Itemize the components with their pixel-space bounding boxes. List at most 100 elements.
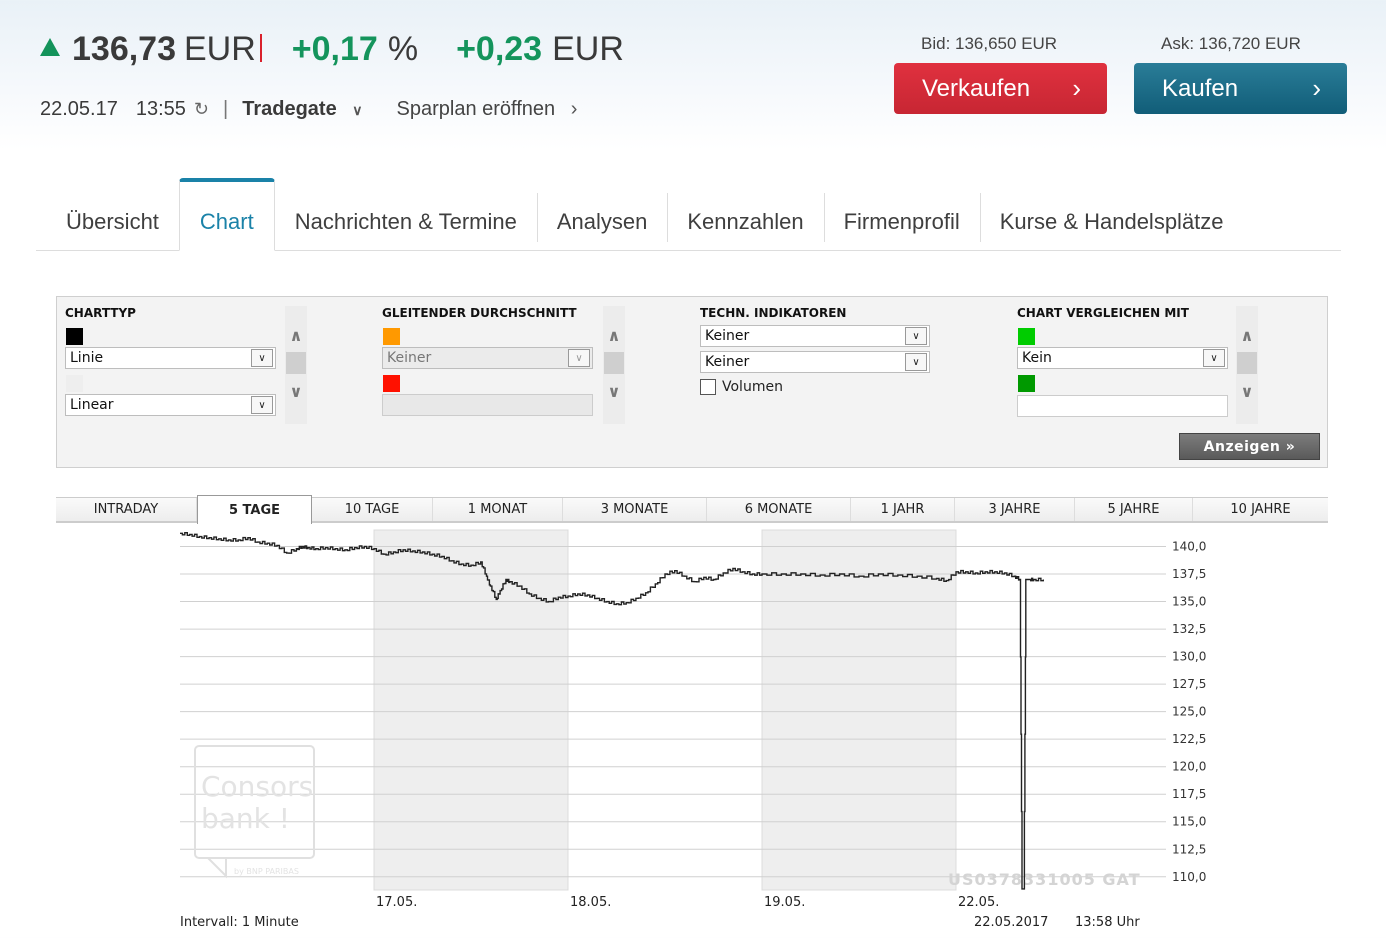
charttype-select[interactable]: Linie ∨ xyxy=(65,347,276,369)
weekday-shade xyxy=(761,529,957,891)
change-percent: +0,17 xyxy=(291,30,378,68)
period-3-months[interactable]: 3 MONATE xyxy=(563,498,707,521)
y-tick-label: 140,0 xyxy=(1172,540,1206,554)
scroll-down-icon[interactable]: ∨ xyxy=(603,382,625,401)
y-tick-label: 110,0 xyxy=(1172,870,1206,884)
compare-select[interactable]: Kein ∨ xyxy=(1017,347,1228,369)
compare-search-input[interactable] xyxy=(1017,395,1228,417)
period-5-days[interactable]: 5 TAGE xyxy=(197,495,312,524)
charttype-color2-swatch[interactable] xyxy=(66,375,83,392)
tab-label: Nachrichten & Termine xyxy=(294,208,517,234)
tab-news[interactable]: Nachrichten & Termine xyxy=(275,193,537,250)
sell-button-label: Verkaufen xyxy=(922,74,1031,102)
chart-settings-panel: CHARTTYP Linie ∨ Linear ∨ ∧ ∨ GLEITENDER… xyxy=(56,296,1328,468)
tab-company-profile[interactable]: Firmenprofil xyxy=(823,193,980,250)
watermark-speech-tail xyxy=(207,857,227,879)
indicator1-select[interactable]: Keiner ∨ xyxy=(700,325,930,347)
y-tick-label: 117,5 xyxy=(1172,787,1206,801)
watermark-line3: by BNP PARIBAS xyxy=(234,867,299,876)
volume-checkbox[interactable] xyxy=(700,379,716,395)
tab-label: Übersicht xyxy=(66,208,159,234)
consorsbank-watermark: Consors bank ! by BNP PARIBAS xyxy=(194,745,315,879)
moving-average-select[interactable]: Keiner ∨ xyxy=(382,347,593,369)
x-tick-label: 22.05. xyxy=(958,895,999,910)
tab-prices-venues[interactable]: Kurse & Handelsplätze xyxy=(979,193,1244,250)
x-tick-label: 18.05. xyxy=(570,895,611,910)
moving-average-color-swatch[interactable] xyxy=(383,328,400,345)
refresh-icon[interactable]: ↻ xyxy=(194,99,209,120)
compare-color-swatch[interactable] xyxy=(1018,328,1035,345)
y-tick-label: 112,5 xyxy=(1172,842,1206,856)
chart-date-label: 22.05.2017 xyxy=(974,915,1048,930)
quote-date: 22.05.17 xyxy=(40,97,118,120)
tab-chart[interactable]: Chart xyxy=(178,178,275,251)
indicator2-select[interactable]: Keiner ∨ xyxy=(700,351,930,373)
chevron-right-icon: › xyxy=(570,97,578,120)
scroll-up-icon[interactable]: ∧ xyxy=(1236,326,1258,345)
compare-color2-swatch[interactable] xyxy=(1018,375,1035,392)
savings-plan-link[interactable]: Sparplan eröffnen › xyxy=(397,98,578,121)
indicator2-value: Keiner xyxy=(705,354,750,370)
sell-button[interactable]: Verkaufen › xyxy=(894,63,1107,114)
period-3-years[interactable]: 3 JAHRE xyxy=(955,498,1075,521)
scroll-up-icon[interactable]: ∧ xyxy=(285,326,307,345)
period-10-days[interactable]: 10 TAGE xyxy=(312,498,433,521)
last-price: 136,73 xyxy=(72,30,176,68)
quote-meta: 22.05.17 13:55 ↻ | Tradegate ∨ Sparplan … xyxy=(40,96,577,122)
triangle-up-icon xyxy=(40,38,60,56)
show-chart-button[interactable]: Anzeigen » xyxy=(1179,433,1320,460)
charttype-title: CHARTTYP xyxy=(65,306,136,320)
exchange-selector[interactable]: Tradegate ∨ xyxy=(242,98,362,121)
scroll-thumb[interactable] xyxy=(604,352,624,374)
price-marker xyxy=(259,34,262,62)
moving-average-color2-swatch[interactable] xyxy=(383,375,400,392)
price-currency: EUR xyxy=(184,30,256,68)
period-10-years[interactable]: 10 JAHRE xyxy=(1193,498,1328,521)
quote-time: 13:55 xyxy=(135,97,186,120)
y-tick-label: 125,0 xyxy=(1172,705,1206,719)
watermark-isin: US0378331005 GAT xyxy=(948,870,1141,889)
y-tick-label: 122,5 xyxy=(1172,732,1206,746)
period-6-months[interactable]: 6 MONATE xyxy=(707,498,851,521)
tab-label: Kennzahlen xyxy=(687,208,804,234)
moving-average-input[interactable] xyxy=(382,394,593,416)
chart-svg: Consors bank ! by BNP PARIBAS US03783310… xyxy=(180,529,1206,930)
scale-select[interactable]: Linear ∨ xyxy=(65,394,276,416)
buy-button[interactable]: Kaufen › xyxy=(1134,63,1347,114)
period-1-month[interactable]: 1 MONAT xyxy=(433,498,563,521)
tab-label: Firmenprofil xyxy=(843,208,960,234)
price-chart[interactable]: Consors bank ! by BNP PARIBAS US03783310… xyxy=(56,524,1328,938)
bid-price: Bid: 136,650 EUR xyxy=(921,34,1058,53)
y-tick-label: 115,0 xyxy=(1172,815,1206,829)
indicators-title: TECHN. INDIKATOREN xyxy=(700,306,847,320)
scroll-down-icon[interactable]: ∨ xyxy=(285,382,307,401)
period-1-year[interactable]: 1 JAHR xyxy=(851,498,955,521)
tab-label: Kurse & Handelsplätze xyxy=(999,208,1224,234)
period-intraday[interactable]: INTRADAY xyxy=(56,498,197,521)
moving-average-value: Keiner xyxy=(387,350,432,366)
exchange-label: Tradegate xyxy=(242,97,337,120)
moving-average-scrollbar[interactable]: ∧ ∨ xyxy=(603,306,625,424)
charttype-color-swatch[interactable] xyxy=(66,328,83,345)
tab-overview[interactable]: Übersicht xyxy=(36,193,179,250)
chevron-right-icon: › xyxy=(1072,73,1081,103)
charttype-scrollbar[interactable]: ∧ ∨ xyxy=(285,306,307,424)
scroll-up-icon[interactable]: ∧ xyxy=(603,326,625,345)
tab-key-figures[interactable]: Kennzahlen xyxy=(667,193,823,250)
tab-analyses[interactable]: Analysen xyxy=(536,193,668,250)
chart-time-label: 13:58 Uhr xyxy=(1075,915,1140,930)
chevron-down-icon: ∨ xyxy=(905,327,927,345)
interval-label: Intervall: 1 Minute xyxy=(180,915,299,930)
volume-label: Volumen xyxy=(722,379,783,395)
scroll-down-icon[interactable]: ∨ xyxy=(1236,382,1258,401)
separator: | xyxy=(223,97,229,120)
y-tick-label: 120,0 xyxy=(1172,760,1206,774)
chevron-down-icon: ∨ xyxy=(1203,349,1225,367)
chevron-down-icon: ∨ xyxy=(352,101,363,118)
compare-scrollbar[interactable]: ∧ ∨ xyxy=(1236,306,1258,424)
scroll-thumb[interactable] xyxy=(1237,352,1257,374)
scroll-thumb[interactable] xyxy=(286,352,306,374)
change-absolute: +0,23 xyxy=(456,30,543,68)
main-tabs: Übersicht Chart Nachrichten & Termine An… xyxy=(36,178,1341,251)
period-5-years[interactable]: 5 JAHRE xyxy=(1075,498,1193,521)
